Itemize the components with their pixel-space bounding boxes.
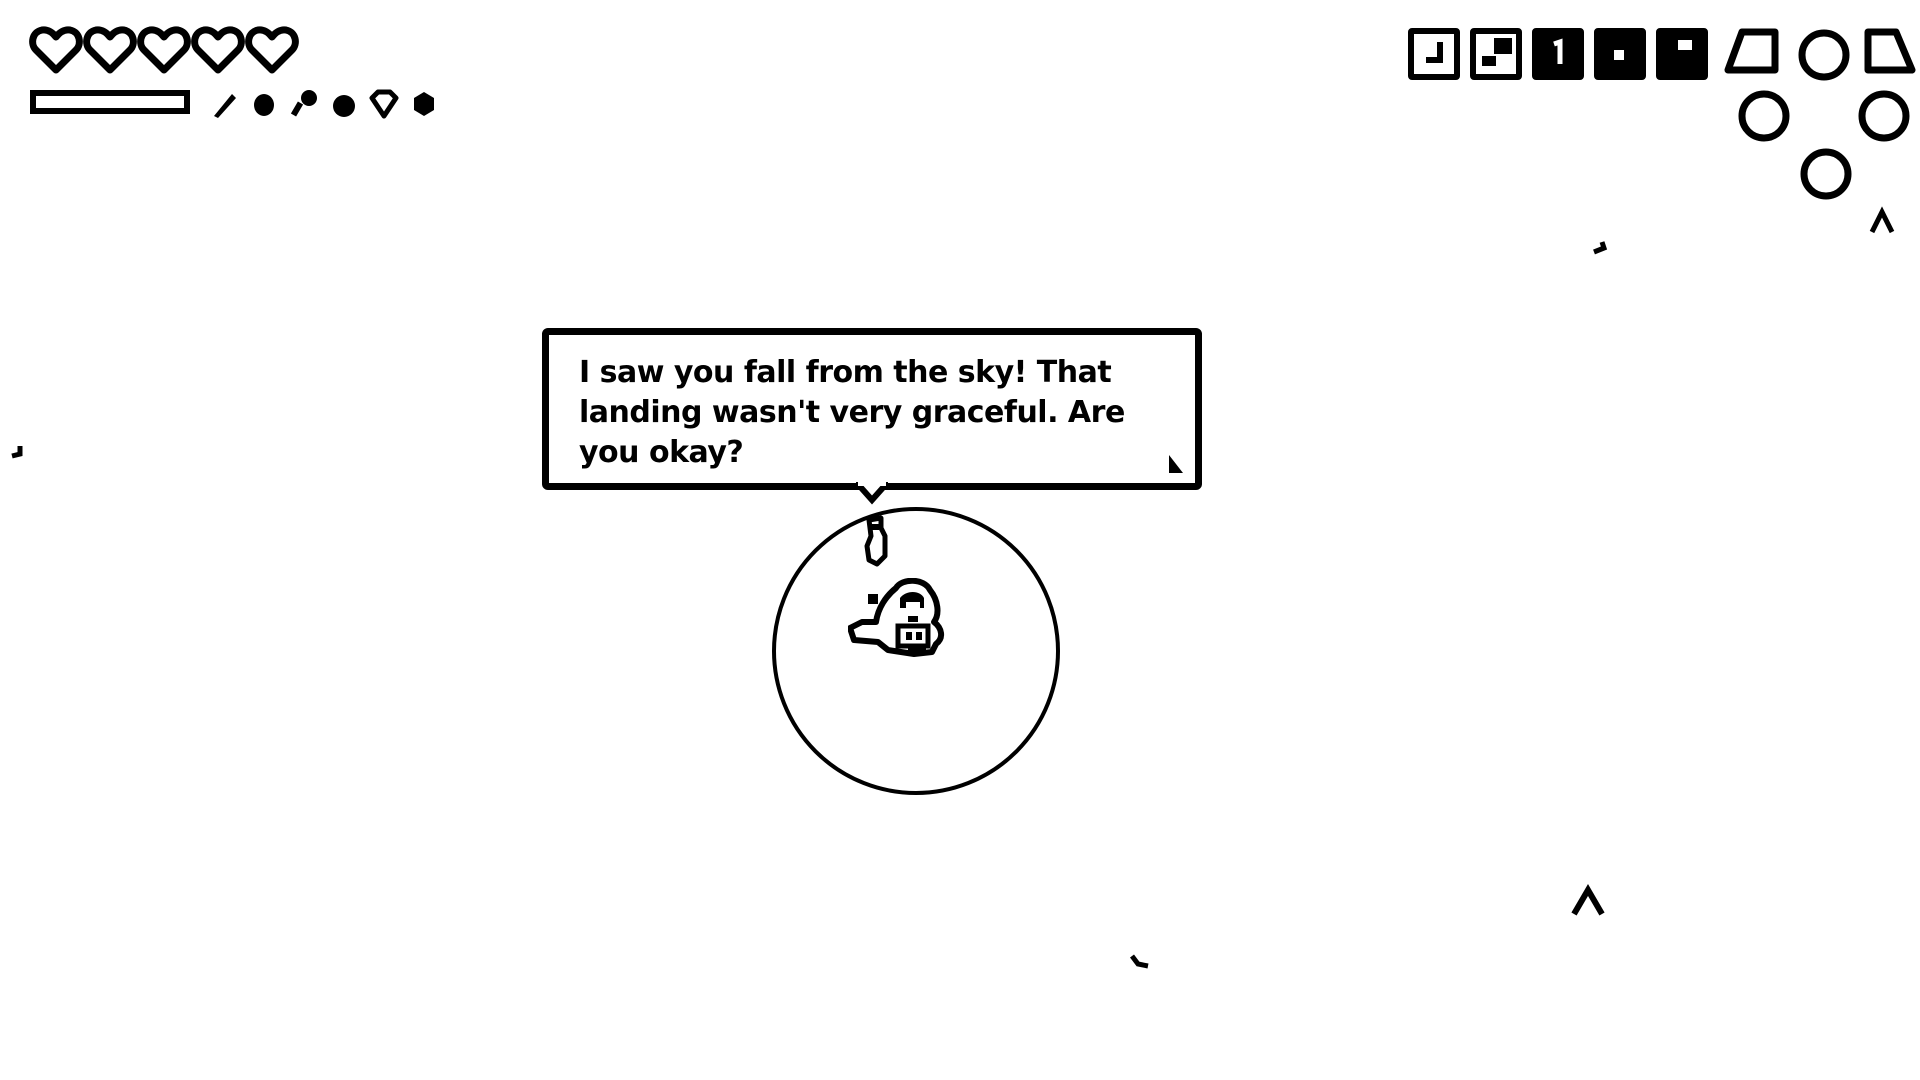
block-icon (1482, 38, 1512, 66)
heart-icon (191, 26, 245, 74)
hooded-player-icon (848, 578, 944, 657)
heart-icon (245, 26, 299, 74)
item-slot-3[interactable] (1532, 28, 1584, 80)
feather-icon (214, 94, 236, 118)
item-hotbar (1408, 28, 1708, 80)
trapezoid-left-icon[interactable] (1724, 28, 1779, 74)
key-icon (290, 90, 317, 117)
advance-arrow-icon[interactable] (1165, 453, 1187, 475)
dialog-text: I saw you fall from the sky! That landin… (579, 355, 1125, 470)
trapezoid-right-icon[interactable] (1864, 28, 1916, 74)
coin-icon (414, 92, 434, 116)
circle-icon[interactable] (1738, 90, 1790, 142)
heart-icon (137, 26, 191, 74)
flag-icon (1678, 40, 1692, 50)
debris-mark (1130, 954, 1149, 969)
stamina-bar (30, 90, 190, 114)
caret-up-icon (1571, 884, 1605, 916)
debris-mark (1593, 241, 1608, 255)
caret-up-icon (1869, 206, 1895, 234)
boomerang-icon (1426, 42, 1443, 63)
item-slot-5[interactable] (1656, 28, 1708, 80)
seed-icon (254, 94, 274, 116)
dot-icon (1614, 50, 1624, 60)
resource-counters (208, 88, 440, 120)
debris-mark (11, 446, 23, 459)
dialog-tail (856, 482, 888, 505)
item-slot-4[interactable] (1594, 28, 1646, 80)
number-one-icon (1553, 38, 1563, 64)
heart-icon (29, 26, 83, 74)
ability-wheel (1724, 28, 1916, 234)
item-slot-1[interactable] (1408, 28, 1460, 80)
gem-icon (369, 89, 399, 119)
circle-icon[interactable] (1858, 90, 1910, 142)
small-npc-icon[interactable] (855, 514, 897, 570)
health-hearts (28, 22, 299, 78)
dialog-box[interactable]: I saw you fall from the sky! That landin… (542, 328, 1202, 490)
circle-icon[interactable] (1798, 29, 1850, 81)
orb-icon (333, 95, 355, 117)
item-slot-2[interactable] (1470, 28, 1522, 80)
heart-icon (83, 26, 137, 74)
circle-icon[interactable] (1800, 148, 1852, 200)
